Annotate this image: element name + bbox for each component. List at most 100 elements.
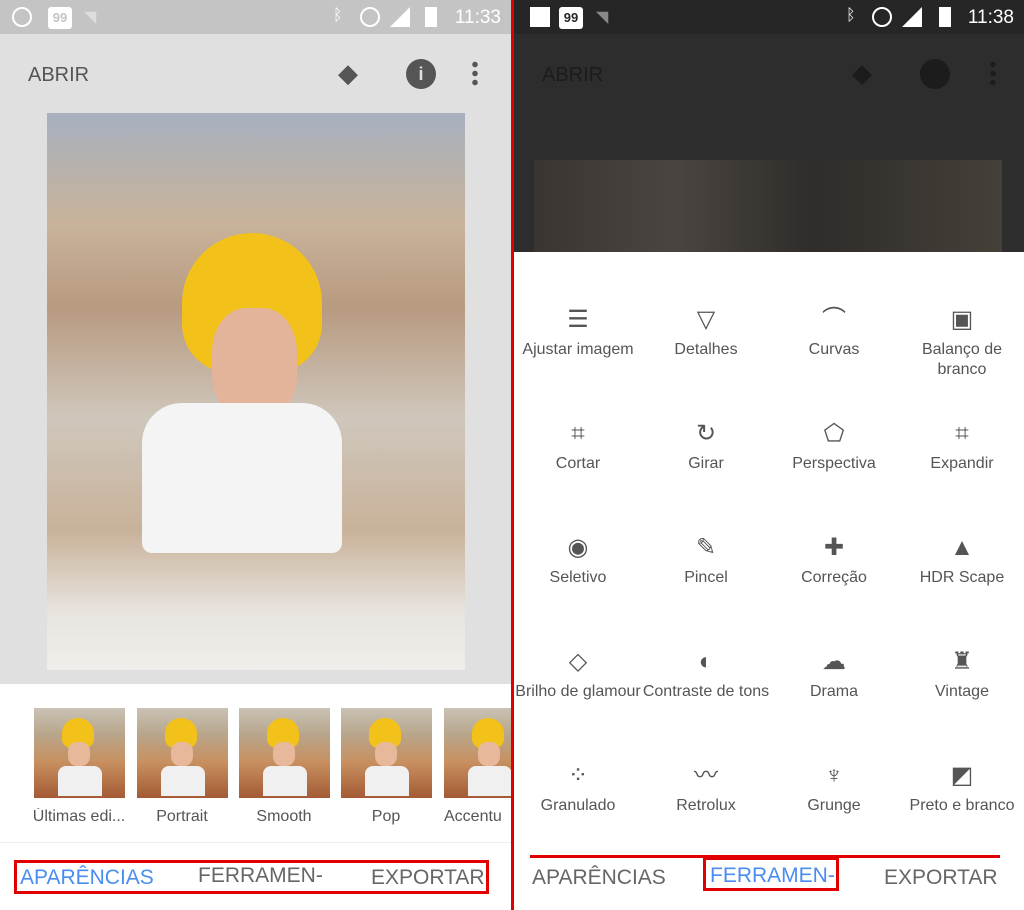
tool-curvas[interactable]: ⌒ Curvas xyxy=(770,306,898,386)
look-thumbnail[interactable] xyxy=(137,708,228,798)
tool-contraste-de-tons[interactable]: ◐ Contraste de tons xyxy=(642,648,770,728)
tab-looks[interactable]: APARÊNCIAS xyxy=(532,866,666,890)
brush-icon: ✎ xyxy=(695,534,717,561)
tab-tools[interactable]: FERRAMEN- xyxy=(198,864,323,888)
healing-icon: ✚ xyxy=(823,534,845,561)
look-label: Accentu xyxy=(444,808,502,825)
tool-label: HDR Scape xyxy=(919,569,1005,586)
tool-retrolux[interactable]: 〰 Retrolux xyxy=(642,762,770,842)
tool-preto-e-branco[interactable]: ◩ Preto e branco xyxy=(898,762,1024,842)
black-white-icon: ◩ xyxy=(950,762,974,789)
tab-export[interactable]: EXPORTAR xyxy=(371,866,485,890)
tool-corre-o[interactable]: ✚ Correção xyxy=(770,534,898,614)
image-icon xyxy=(530,7,550,27)
tools-grid: ☰ Ajustar imagem ▽ Detalhes ⌒ Curvas ▣ Balanço … xyxy=(514,252,1024,842)
crop-icon: ⌗ xyxy=(571,420,585,447)
tool-label: Contraste de tons xyxy=(642,683,770,700)
tool-perspectiva[interactable]: ⬠ Perspectiva xyxy=(770,420,898,500)
battery-icon xyxy=(939,7,951,27)
rotate-icon: ↻ xyxy=(695,420,717,447)
alarm-icon xyxy=(360,7,380,27)
grain-icon: ⁘ xyxy=(567,762,589,789)
more-vert-icon[interactable] xyxy=(472,60,478,88)
look-thumbnail[interactable] xyxy=(34,708,125,798)
tool-seletivo[interactable]: ◉ Seletivo xyxy=(514,534,642,614)
mountains-icon: ▲ xyxy=(950,534,974,561)
tool-detalhes[interactable]: ▽ Detalhes xyxy=(642,306,770,386)
tool-label: Granulado xyxy=(540,797,616,814)
look-thumbnail[interactable] xyxy=(444,708,511,798)
perspective-icon: ⬠ xyxy=(823,420,845,447)
mustache-icon: 〰 xyxy=(694,762,718,789)
tool-grunge[interactable]: ♆ Grunge xyxy=(770,762,898,842)
look-label: Pop xyxy=(371,808,401,825)
tool-vintage[interactable]: ♜ Vintage xyxy=(898,648,1024,728)
bluetooth-icon: ᛒ xyxy=(333,7,343,24)
expand-icon: ⌗ xyxy=(955,420,969,447)
tool-label: Retrolux xyxy=(676,797,736,814)
app-bar-dimmed: ABRIR ◆ xyxy=(514,34,1024,252)
4g-signal-icon xyxy=(902,7,922,27)
tonal-contrast-icon: ◐ xyxy=(698,648,714,675)
tool-label: Preto e branco xyxy=(909,797,1015,814)
clock: 11:33 xyxy=(454,7,501,28)
tool-cortar[interactable]: ⌗ Cortar xyxy=(514,420,642,500)
wifi-unknown-icon: ◥ xyxy=(596,9,609,26)
selective-icon: ◉ xyxy=(567,534,589,561)
undo-stack-icon[interactable]: ◆ xyxy=(338,58,364,90)
lamp-icon: ♜ xyxy=(951,648,973,675)
tool-label: Expandir xyxy=(930,455,994,472)
white-balance-icon: ▣ xyxy=(950,306,974,333)
99-app-icon: 99 xyxy=(48,7,72,29)
look-thumbnail[interactable] xyxy=(341,708,432,798)
status-bar: 99 ◥ ᛒ 11:33 xyxy=(0,0,511,34)
open-button[interactable]: ABRIR xyxy=(28,64,89,87)
left-screen: 99 ◥ ᛒ 11:33 ABRIR ◆ i Últimas edi... Po… xyxy=(0,0,511,910)
tool-label: Cortar xyxy=(555,455,601,472)
look-thumbnail[interactable] xyxy=(239,708,330,798)
open-button: ABRIR xyxy=(542,64,604,86)
tool-label: Pincel xyxy=(684,569,728,586)
look-label: Portrait xyxy=(156,808,208,825)
tool-label: Correção xyxy=(801,569,867,586)
tool-label: Brilho de glamour xyxy=(515,683,641,700)
tool-label: Ajustar imagem xyxy=(522,341,634,358)
tool-brilho-de-glamour[interactable]: ◇ Brilho de glamour xyxy=(514,648,642,728)
99-app-icon: 99 xyxy=(559,7,583,29)
tool-label: Girar xyxy=(688,455,724,472)
triangle-icon: ▽ xyxy=(696,306,716,333)
info-icon[interactable]: i xyxy=(406,59,436,89)
photo-preview xyxy=(47,113,465,670)
battery-icon xyxy=(425,7,437,27)
tool-label: Grunge xyxy=(807,797,861,814)
alarm-icon xyxy=(872,7,892,27)
tool-expandir[interactable]: ⌗ Expandir xyxy=(898,420,1024,500)
curves-icon: ⌒ xyxy=(822,306,846,333)
clock: 11:38 xyxy=(967,7,1014,28)
tool-label: Perspectiva xyxy=(792,455,876,472)
tool-ajustar-imagem[interactable]: ☰ Ajustar imagem xyxy=(514,306,642,386)
tool-label: Balanço de branco xyxy=(921,341,1003,378)
look-label: Últimas edi... xyxy=(32,808,126,825)
undo-stack-icon: ◆ xyxy=(852,58,872,88)
guitar-icon: ♆ xyxy=(825,762,843,789)
more-vert-icon xyxy=(990,60,996,88)
tool-label: Vintage xyxy=(935,683,989,700)
photo-preview-dimmed xyxy=(534,160,1002,252)
tool-label: Detalhes xyxy=(674,341,738,358)
tool-hdr-scape[interactable]: ▲ HDR Scape xyxy=(898,534,1024,614)
tool-pincel[interactable]: ✎ Pincel xyxy=(642,534,770,614)
tab-tools[interactable]: FERRAMEN- xyxy=(710,864,835,888)
divider xyxy=(0,842,511,843)
right-screen: 99 ◥ ᛒ 11:38 ABRIR ◆ ☰ Ajustar imagem ▽ Det… xyxy=(514,0,1024,910)
sliders-icon: ☰ xyxy=(567,306,589,333)
tool-balan-o-de-branco[interactable]: ▣ Balanço de branco xyxy=(898,306,1024,386)
tool-girar[interactable]: ↻ Girar xyxy=(642,420,770,500)
diamond-icon: ◇ xyxy=(568,648,588,675)
tool-label: Curvas xyxy=(808,341,860,358)
tab-looks[interactable]: APARÊNCIAS xyxy=(20,866,154,890)
tool-drama[interactable]: ☁ Drama xyxy=(770,648,898,728)
tab-export[interactable]: EXPORTAR xyxy=(884,866,998,890)
tool-label: Seletivo xyxy=(549,569,607,586)
tool-granulado[interactable]: ⁘ Granulado xyxy=(514,762,642,842)
